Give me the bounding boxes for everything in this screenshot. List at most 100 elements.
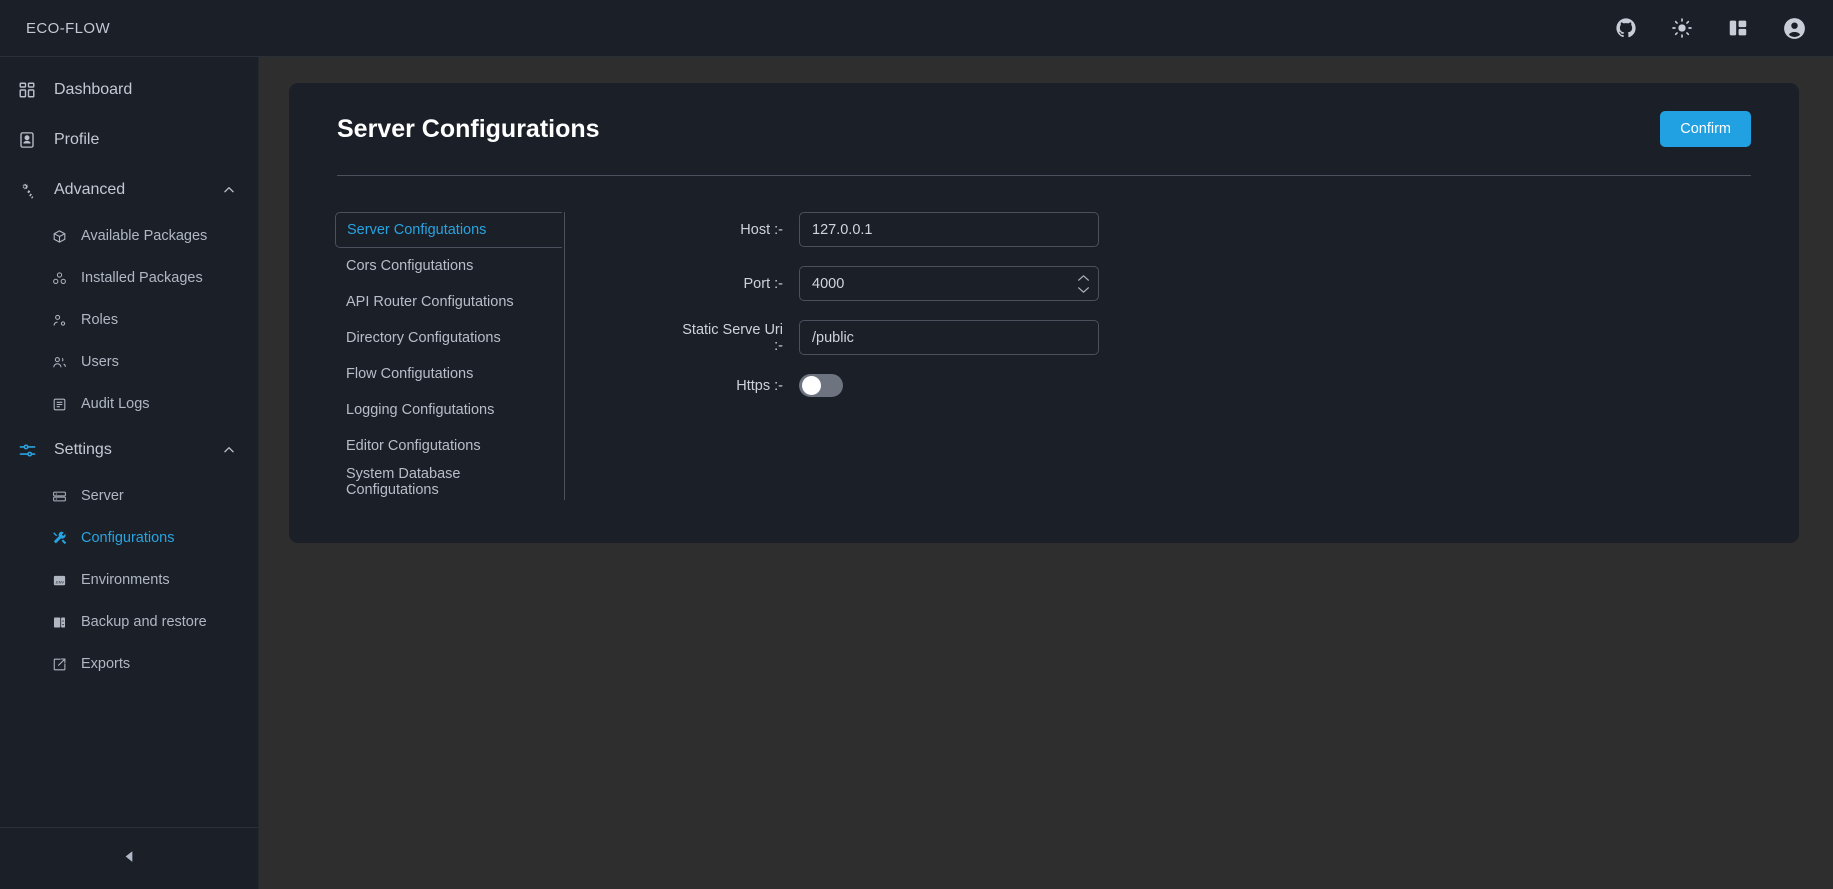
tab-editor-configutations[interactable]: Editor Configutations [335, 428, 562, 464]
users-icon [52, 353, 72, 371]
settings-sliders-icon [18, 439, 42, 461]
https-toggle[interactable] [799, 374, 843, 397]
sidebar-item-exports[interactable]: Exports [0, 643, 258, 685]
tab-label: Logging Configutations [346, 402, 495, 418]
sidebar-item-installed-packages[interactable]: Installed Packages [0, 257, 258, 299]
https-field-row: Https :- [681, 374, 1767, 397]
caret-left-icon [121, 848, 138, 870]
profile-icon [18, 129, 42, 151]
chevron-down-icon[interactable] [1077, 286, 1090, 294]
tab-flow-configutations[interactable]: Flow Configutations [335, 356, 562, 392]
tab-logging-configutations[interactable]: Logging Configutations [335, 392, 562, 428]
port-input[interactable] [799, 266, 1099, 301]
sidebar-item-configurations[interactable]: Configurations [0, 517, 258, 559]
sidebar-item-environments[interactable]: .ENV Environments [0, 559, 258, 601]
port-field-row: Port :- [681, 266, 1767, 301]
app-brand: ECO-FLOW [26, 19, 111, 37]
host-control [799, 212, 1099, 247]
tab-label: Directory Configutations [346, 330, 501, 346]
env-file-icon: .ENV [52, 571, 72, 589]
tab-label: Server Configutations [347, 222, 487, 238]
tab-server-configutations[interactable]: Server Configutations [335, 212, 562, 248]
tab-label: Flow Configutations [346, 366, 474, 382]
host-input[interactable] [799, 212, 1099, 247]
sidebar-footer [0, 827, 258, 889]
sidebar-item-label: Roles [81, 312, 119, 328]
topbar-actions [1613, 15, 1807, 41]
sidebar: Dashboard Profile Advanced Available Pac… [0, 57, 259, 889]
chevron-up-icon [222, 183, 236, 197]
tab-system-database-configutations[interactable]: System Database Configutations [335, 464, 562, 500]
sidebar-nav: Dashboard Profile Advanced Available Pac… [0, 57, 258, 827]
sidebar-item-dashboard[interactable]: Dashboard [0, 65, 258, 115]
sidebar-item-roles[interactable]: Roles [0, 299, 258, 341]
port-stepper [1077, 266, 1090, 301]
account-circle-icon[interactable] [1781, 15, 1807, 41]
app-shell: Dashboard Profile Advanced Available Pac… [0, 57, 1833, 889]
sidebar-group-settings[interactable]: Settings [0, 425, 258, 475]
advanced-gear-icon [18, 179, 42, 201]
host-label: Host :- [740, 221, 783, 238]
audit-logs-icon [52, 395, 72, 413]
page-title: Server Configurations [337, 114, 600, 143]
sidebar-item-label: Server [81, 488, 124, 504]
github-icon[interactable] [1613, 15, 1639, 41]
sidebar-item-label: Available Packages [81, 228, 208, 244]
sidebar-item-label: Advanced [54, 181, 126, 198]
sidebar-item-label: Backup and restore [81, 614, 207, 630]
card-body: Server Configutations Cors Configutation… [321, 176, 1767, 500]
chevron-up-icon[interactable] [1077, 274, 1090, 282]
top-bar: ECO-FLOW [0, 0, 1833, 57]
sidebar-item-profile[interactable]: Profile [0, 115, 258, 165]
static-serve-uri-control [799, 320, 1099, 355]
sidebar-item-label: Configurations [81, 530, 175, 546]
collapse-sidebar-button[interactable] [112, 842, 146, 876]
tab-label: Cors Configutations [346, 258, 474, 274]
sidebar-item-label: Exports [81, 656, 131, 672]
https-label: Https :- [736, 377, 783, 394]
sidebar-item-label: Environments [81, 572, 170, 588]
static-serve-uri-input[interactable] [799, 320, 1099, 355]
confirm-button[interactable]: Confirm [1660, 111, 1751, 147]
layout-panel-icon[interactable] [1725, 15, 1751, 41]
sidebar-item-backup-and-restore[interactable]: Backup and restore [0, 601, 258, 643]
static-serve-uri-field-row: Static Serve Uri :- [681, 320, 1767, 355]
sun-icon[interactable] [1669, 15, 1695, 41]
sidebar-group-advanced[interactable]: Advanced [0, 165, 258, 215]
sidebar-item-server[interactable]: Server [0, 475, 258, 517]
tab-directory-configutations[interactable]: Directory Configutations [335, 320, 562, 356]
sidebar-item-label: Audit Logs [81, 396, 150, 412]
installed-packages-icon [52, 269, 72, 287]
backup-restore-icon [52, 613, 72, 631]
sidebar-item-label: Dashboard [54, 81, 133, 98]
server-configuration-form: Host :- Port :- [565, 212, 1767, 500]
sidebar-item-users[interactable]: Users [0, 341, 258, 383]
sidebar-item-audit-logs[interactable]: Audit Logs [0, 383, 258, 425]
tab-api-router-configutations[interactable]: API Router Configutations [335, 284, 562, 320]
roles-icon [52, 311, 72, 329]
sidebar-item-label: Users [81, 354, 119, 370]
server-icon [52, 487, 72, 505]
tab-cors-configutations[interactable]: Cors Configutations [335, 248, 562, 284]
exports-icon [52, 655, 72, 673]
tab-label: System Database Configutations [346, 466, 461, 498]
toggle-knob [802, 376, 821, 395]
tools-icon [52, 529, 72, 547]
host-field-row: Host :- [681, 212, 1767, 247]
https-control [799, 374, 843, 397]
sidebar-item-label: Installed Packages [81, 270, 203, 286]
port-control [799, 266, 1099, 301]
card-header: Server Configurations Confirm [321, 105, 1767, 147]
sidebar-item-label: Profile [54, 131, 100, 148]
tab-label: Editor Configutations [346, 438, 481, 454]
chevron-up-icon [222, 443, 236, 457]
server-configurations-card: Server Configurations Confirm Server Con… [289, 83, 1799, 543]
main-content: Server Configurations Confirm Server Con… [259, 57, 1833, 889]
sidebar-item-available-packages[interactable]: Available Packages [0, 215, 258, 257]
static-serve-uri-label: Static Serve Uri :- [682, 321, 783, 354]
svg-text:.ENV: .ENV [55, 579, 65, 584]
configuration-tab-list: Server Configutations Cors Configutation… [335, 212, 565, 500]
port-label: Port :- [743, 275, 783, 292]
sidebar-item-label: Settings [54, 441, 112, 458]
package-icon [52, 227, 72, 245]
